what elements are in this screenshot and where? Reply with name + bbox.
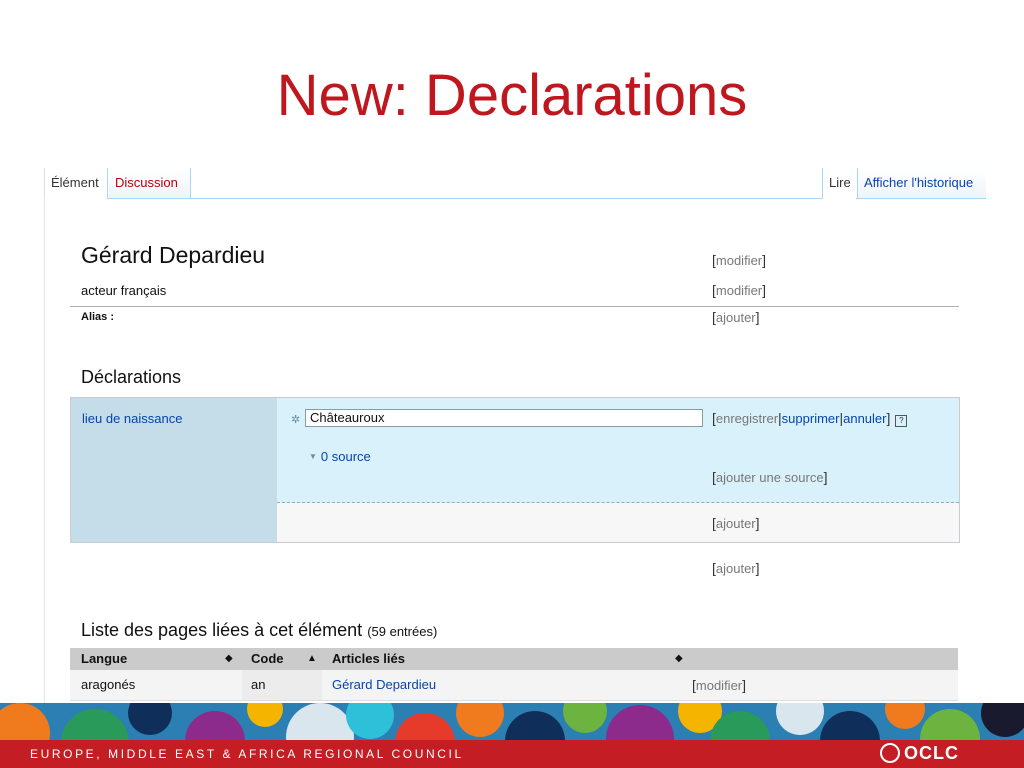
triangle-down-icon: ▼ bbox=[309, 452, 317, 461]
edit-label-button[interactable]: modifier bbox=[716, 253, 762, 268]
cancel-button[interactable]: annuler bbox=[843, 411, 886, 426]
sources-label: 0 source bbox=[320, 449, 371, 464]
table-header: Langue ◆ Code ▲ Articles liés ◆ bbox=[70, 648, 958, 670]
oclc-logo-icon bbox=[880, 743, 900, 763]
sitelinks-count: (59 entrées) bbox=[367, 624, 438, 639]
tab-discussion[interactable]: Discussion bbox=[109, 168, 191, 198]
row-code: an bbox=[242, 670, 322, 700]
footer-decoration bbox=[0, 703, 1024, 745]
edit-description-link: [modifier] bbox=[712, 282, 767, 298]
sitelinks-title: Liste des pages liées à cet élément bbox=[81, 620, 363, 640]
save-button[interactable]: enregistrer bbox=[716, 411, 778, 426]
entity-label: Gérard Depardieu bbox=[81, 242, 266, 268]
row-language: aragonés bbox=[81, 677, 136, 692]
edit-label-link: [modifier] bbox=[712, 252, 767, 268]
add-source-button[interactable]: ajouter une source bbox=[716, 470, 824, 485]
add-value-button[interactable]: ajouter bbox=[716, 516, 756, 531]
column-articles[interactable]: Articles liés bbox=[332, 648, 405, 670]
sources-toggle[interactable]: ▼ 0 source bbox=[309, 449, 371, 464]
add-alias-link: [ajouter] bbox=[712, 309, 760, 325]
decorative-circles-icon bbox=[0, 703, 1024, 745]
slide-title: New: Declarations bbox=[276, 63, 748, 128]
help-icon[interactable]: ? bbox=[895, 415, 908, 427]
alias-label: Alias : bbox=[81, 311, 115, 323]
statement-toolbar: [enregistrer|supprimer|annuler]? bbox=[712, 410, 908, 427]
add-source-link: [ajouter une source] bbox=[712, 469, 828, 485]
row-edit-link: [modifier] bbox=[692, 677, 747, 693]
tab-read[interactable]: Lire bbox=[822, 168, 856, 199]
column-language[interactable]: Langue bbox=[81, 648, 127, 670]
footer-text: EUROPE, MIDDLE EAST & AFRICA REGIONAL CO… bbox=[30, 747, 464, 761]
statement-property: lieu de naissance bbox=[71, 398, 277, 542]
entity-description: acteur français bbox=[81, 283, 167, 298]
add-statement-button[interactable]: ajouter bbox=[716, 561, 756, 576]
value-input[interactable] bbox=[305, 409, 703, 427]
sitelinks-heading: Liste des pages liées à cet élément (59 … bbox=[81, 620, 437, 641]
sort-asc-icon[interactable]: ▲ bbox=[307, 648, 317, 670]
property-link[interactable]: lieu de naissance bbox=[82, 411, 182, 426]
row-article-link[interactable]: Gérard Depardieu bbox=[332, 670, 436, 700]
edit-description-button[interactable]: modifier bbox=[716, 283, 762, 298]
statement-footer bbox=[277, 503, 959, 542]
tab-element[interactable]: Élément bbox=[44, 168, 108, 199]
tab-history[interactable]: Afficher l'historique bbox=[857, 168, 986, 198]
page-tabs: Élément Discussion Lire Afficher l'histo… bbox=[44, 168, 986, 199]
divider bbox=[70, 306, 959, 307]
sort-icon[interactable]: ◆ bbox=[225, 648, 233, 670]
footer-bar: EUROPE, MIDDLE EAST & AFRICA REGIONAL CO… bbox=[0, 740, 1024, 768]
column-code[interactable]: Code bbox=[251, 648, 284, 670]
statements-heading: Déclarations bbox=[81, 367, 182, 387]
add-value-link: [ajouter] bbox=[712, 515, 760, 531]
add-statement-link: [ajouter] bbox=[712, 560, 760, 576]
gear-icon[interactable]: ✲ bbox=[291, 413, 300, 426]
add-alias-button[interactable]: ajouter bbox=[716, 310, 756, 325]
table-row: aragonés an Gérard Depardieu [modifier] bbox=[70, 670, 958, 701]
oclc-logo: OCLC bbox=[880, 743, 959, 764]
sort-icon[interactable]: ◆ bbox=[675, 648, 683, 670]
row-edit-button[interactable]: modifier bbox=[696, 678, 742, 693]
oclc-logo-text: OCLC bbox=[904, 743, 959, 763]
remove-button[interactable]: supprimer bbox=[782, 411, 840, 426]
